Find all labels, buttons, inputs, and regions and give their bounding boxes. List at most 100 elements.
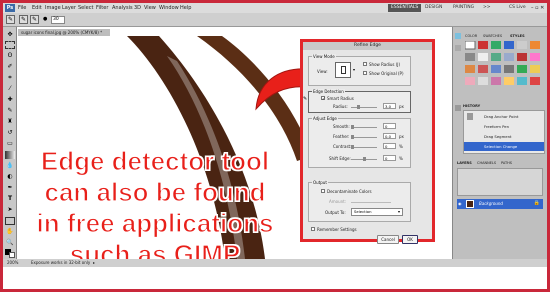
feather-unit: px (399, 134, 404, 139)
smart-radius-checkbox[interactable]: ✓ (321, 96, 325, 101)
menu-help[interactable]: Help (180, 3, 191, 13)
show-radius-checkbox[interactable] (363, 62, 367, 66)
healing-tool-icon[interactable]: ✚ (5, 96, 15, 104)
menu-bar: Ps File Edit Image Layer Select Filter A… (3, 3, 547, 13)
shift-edge-field[interactable]: 0 (383, 155, 396, 161)
styles-swatch-grid[interactable] (465, 41, 545, 99)
menu-select[interactable]: Select (78, 3, 93, 13)
remember-settings-checkbox[interactable] (311, 227, 315, 231)
crop-tool-icon[interactable]: ⌗ (5, 74, 15, 82)
brush-size-field[interactable]: 30 (51, 16, 65, 24)
output-legend: Output (312, 180, 328, 185)
color-dock-icon[interactable] (455, 33, 461, 39)
layer-name: Background (479, 201, 503, 206)
menu-edit[interactable]: Edit (32, 3, 42, 13)
eyedropper-tool-icon[interactable]: ⁄ (5, 85, 15, 93)
contrast-slider-knob[interactable] (351, 145, 354, 149)
zoom-level[interactable]: 200% (7, 259, 18, 267)
cs-live-button[interactable]: CS Live (509, 4, 526, 12)
view-mode-legend: View Mode (312, 54, 336, 59)
remember-settings-label: Remember Settings (317, 227, 357, 232)
status-arrow-icon[interactable]: ▸ (93, 259, 95, 267)
workspace-essentials[interactable]: ESSENTIALS (388, 4, 422, 12)
menu-filter[interactable]: Filter (96, 3, 108, 13)
add-brush-icon[interactable]: ✎ (19, 15, 28, 24)
lock-icon: 🔒 (533, 200, 540, 206)
status-bar: 200% Exposure works in 32-bit only ▸ (3, 259, 547, 267)
brush-tool-icon[interactable]: ✎ (5, 107, 15, 115)
history-item[interactable]: Drag Anchor Point (484, 114, 518, 119)
decontaminate-checkbox[interactable] (321, 189, 325, 193)
lasso-tool-icon[interactable]: ʘ (5, 52, 15, 60)
smart-radius-label: Smart Radius (327, 96, 354, 101)
tab-color[interactable]: COLOR (465, 33, 477, 39)
move-tool-icon[interactable]: ✥ (5, 31, 15, 39)
tab-swatches[interactable]: SWATCHES (483, 33, 502, 39)
layer-thumbnail (466, 200, 474, 208)
workspace-more[interactable]: >> (483, 4, 491, 12)
view-dropdown-arrow-icon[interactable]: ▾ (353, 67, 355, 72)
tab-channels[interactable]: CHANNELS (477, 160, 496, 166)
contrast-unit: % (399, 144, 403, 149)
contrast-label: Contrast: (333, 144, 352, 149)
workspace-painting[interactable]: PAINTING (453, 4, 474, 12)
menu-view[interactable]: View (144, 3, 156, 13)
adjust-edge-group: Adjust Edge Smooth: 0 Feather: 0.0 px Co… (308, 116, 411, 168)
smooth-field[interactable]: 0 (383, 123, 396, 129)
eye-icon[interactable]: ◉ (458, 201, 462, 206)
radius-unit: px (399, 104, 404, 109)
smooth-slider-knob[interactable] (351, 125, 354, 129)
menu-image[interactable]: Image (45, 3, 61, 13)
quick-selection-tool-icon[interactable]: ✐ (5, 63, 15, 71)
smooth-slider[interactable] (351, 127, 377, 128)
subtract-brush-icon[interactable]: ✎ (30, 15, 39, 24)
document-tab[interactable]: sugar icons final.jpg @ 200% (CMYK/8) * (18, 29, 110, 36)
clone-stamp-tool-icon[interactable]: ♜ (5, 118, 15, 126)
photoshop-logo: Ps (5, 4, 15, 12)
feather-field[interactable]: 0.0 (383, 133, 396, 139)
dialog-title: Refine Edge (303, 42, 432, 50)
adjustments-dock-icon[interactable] (455, 45, 461, 51)
history-dock-icon[interactable] (455, 105, 461, 111)
decontaminate-label: Decontaminate Colors (327, 189, 372, 194)
marquee-tool-icon[interactable] (5, 41, 15, 49)
output-to-value: Selection (354, 209, 372, 214)
tab-history[interactable]: HISTORY (463, 103, 480, 109)
cancel-button[interactable]: Cancel (377, 235, 399, 244)
menu-3d[interactable]: 3D (134, 3, 141, 13)
feather-slider[interactable] (351, 137, 377, 138)
menu-window[interactable]: Window (159, 3, 179, 13)
show-original-label: Show Original (P) (369, 71, 404, 76)
window-controls[interactable]: – ▫ ✕ (531, 4, 544, 12)
radius-brush-icon[interactable]: ✎ (303, 96, 307, 102)
tab-styles[interactable]: STYLES (510, 33, 525, 39)
workspace-design[interactable]: DESIGN (425, 4, 442, 12)
feather-slider-knob[interactable] (351, 135, 354, 139)
view-preview-thumbnail[interactable] (335, 62, 351, 78)
status-message: Exposure works in 32-bit only (31, 260, 91, 265)
contrast-slider[interactable] (351, 147, 377, 148)
amount-label: Amount: (329, 199, 347, 204)
layer-row-background[interactable]: ◉ Background 🔒 (457, 199, 543, 209)
overlay-line-2: can also be found (44, 176, 266, 207)
shift-edge-slider-knob[interactable] (363, 157, 366, 161)
amount-slider[interactable] (351, 202, 391, 203)
radius-slider[interactable] (351, 107, 377, 108)
show-original-checkbox[interactable] (363, 71, 367, 75)
brush-tool-icon[interactable]: ✎ (6, 15, 15, 24)
tab-paths[interactable]: PATHS (501, 160, 512, 166)
history-brush-tool-icon[interactable]: ↺ (5, 129, 15, 137)
output-to-select[interactable]: Selection ▾ (351, 208, 403, 216)
radius-slider-knob[interactable] (357, 105, 360, 109)
menu-layer[interactable]: Layer (62, 3, 76, 13)
tab-layers[interactable]: LAYERS (457, 160, 472, 166)
radius-field[interactable]: 3.0 (383, 103, 396, 109)
menu-file[interactable]: File (18, 3, 26, 13)
ok-button[interactable]: OK (402, 235, 418, 244)
menu-analysis[interactable]: Analysis (112, 3, 133, 13)
overlay-line-3: in free applications (36, 207, 274, 238)
history-item[interactable]: Freeform Pen (484, 124, 509, 129)
brush-preset-icon[interactable]: ● (43, 15, 49, 24)
history-item[interactable]: Drag Segment (484, 134, 512, 139)
contrast-field[interactable]: 0 (383, 143, 396, 149)
